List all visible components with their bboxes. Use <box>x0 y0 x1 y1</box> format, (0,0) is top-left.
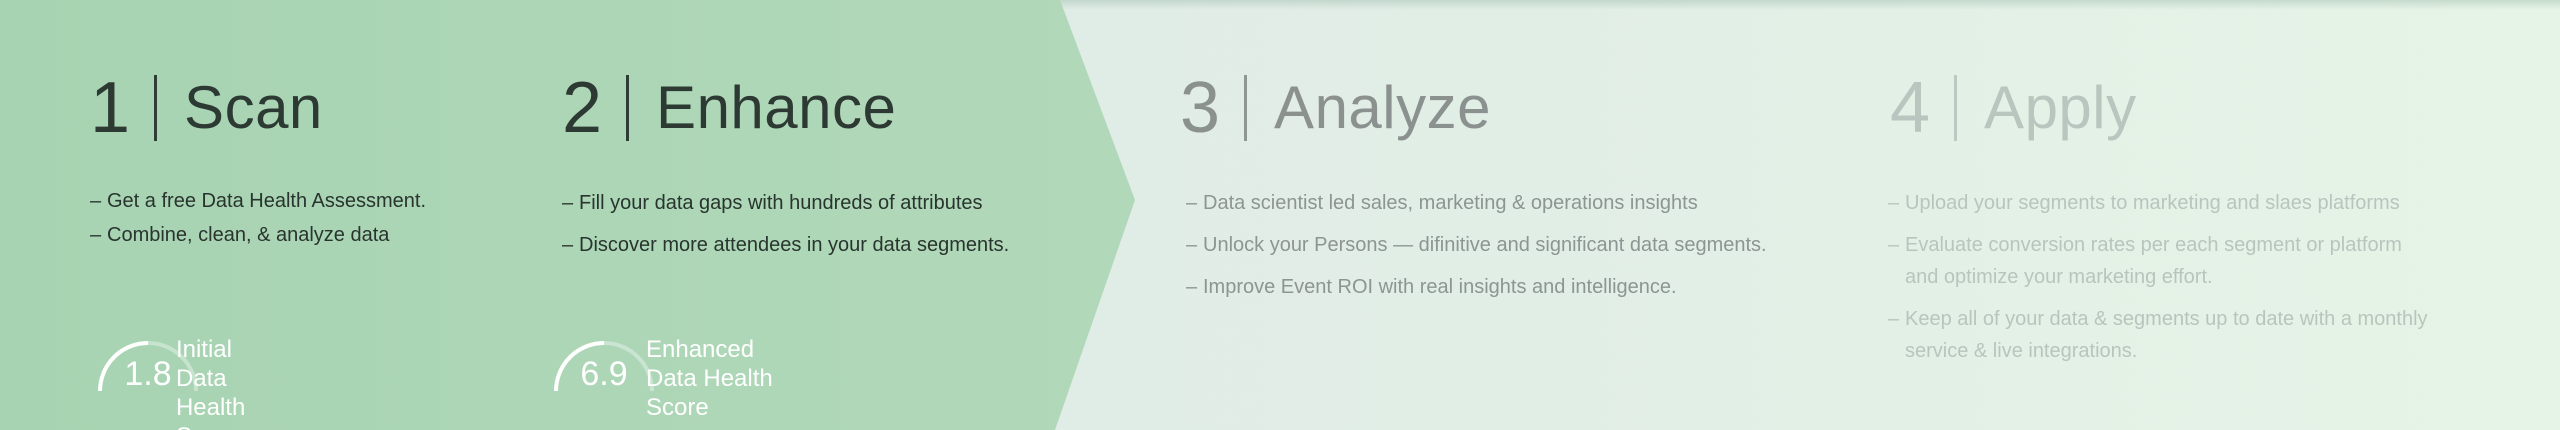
step-heading: 2 Enhance <box>562 68 896 148</box>
step-title: Analyze <box>1274 74 1492 141</box>
score-gauge: 1.8 <box>92 325 198 395</box>
step-number: 1 <box>90 68 131 148</box>
step-number: 2 <box>562 68 603 148</box>
step-title: Enhance <box>656 74 897 141</box>
score-label: Enhanced Data Health Score <box>646 336 773 421</box>
list-item: – Evaluate conversion rates per each segm… <box>1888 234 2402 288</box>
score-value: 6.9 <box>580 355 628 393</box>
step-number: 3 <box>1180 68 1221 148</box>
step-bullet-list: – Data scientist led sales, marketing & o… <box>1186 187 1767 303</box>
heading-divider <box>154 75 158 141</box>
score-value: 1.8 <box>124 355 172 393</box>
list-item: – Get a free Data Health Assessment. <box>90 190 427 212</box>
list-item: – Fill your data gaps with hundreds of at… <box>562 192 983 214</box>
step-heading: 3 Analyze <box>1180 68 1491 148</box>
heading-divider <box>1244 75 1248 141</box>
step-title: Apply <box>1984 74 2137 141</box>
list-item: – Discover more attendees in your data se… <box>562 234 1010 256</box>
step-bullet-list: – Fill your data gaps with hundreds of at… <box>562 187 1009 261</box>
step-bullet-list: – Upload your segments to marketing and s… <box>1888 187 2428 367</box>
list-item: – Keep all of your data & segments up to … <box>1888 308 2428 362</box>
list-item: – Improve Event ROI with real insights an… <box>1186 276 1677 298</box>
heading-divider <box>626 75 630 141</box>
list-item: – Upload your segments to marketing and s… <box>1888 192 2400 214</box>
list-item: – Data scientist led sales, marketing & o… <box>1186 192 1698 214</box>
heading-divider <box>1954 75 1958 141</box>
step-bullet-list: – Get a free Data Health Assessment. – Com… <box>90 185 426 251</box>
score-gauge: 6.9 <box>548 325 654 395</box>
step-heading: 1 Scan <box>90 68 323 148</box>
step-heading: 4 Apply <box>1890 68 2137 148</box>
list-item: – Unlock your Persons — difinitive and si… <box>1186 234 1767 256</box>
health-score: 1.8 Initial Data Health Score <box>92 325 291 430</box>
list-item: – Combine, clean, & analyze data <box>90 224 390 246</box>
health-score: 6.9 Enhanced Data Health Score <box>548 325 786 421</box>
step-title: Scan <box>184 74 323 141</box>
step-number: 4 <box>1890 68 1931 148</box>
